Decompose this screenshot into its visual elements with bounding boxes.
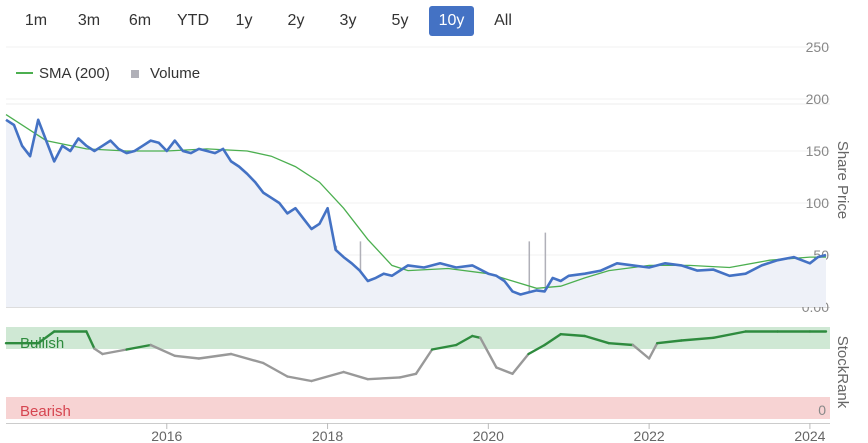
x-tick-label: 2018 (312, 428, 343, 443)
stockrank-segment (173, 354, 201, 360)
x-tick-label: 2020 (473, 428, 504, 443)
stockrank-segment (511, 352, 530, 375)
stockrank-segment (398, 372, 418, 379)
legend-volume-swatch (131, 70, 139, 78)
stockrank-segment (495, 366, 514, 375)
stockrank-segment (262, 361, 289, 378)
legend-sma-label: SMA (200) (39, 65, 110, 82)
chart-canvas: 0.005010015020025008m16m24mShare PriceSM… (4, 39, 851, 443)
price-tick-label: 250 (806, 39, 830, 55)
price-tick-label: 200 (806, 91, 830, 107)
price-tick-label: 100 (806, 195, 830, 211)
stockrank-segment (366, 376, 402, 381)
x-tick-label: 2016 (151, 428, 182, 443)
stockrank-axis-title: StockRank (834, 336, 851, 409)
stockrank-segment (197, 352, 233, 360)
stockrank-segment (310, 370, 345, 383)
stockrank-tick-label: 0 (818, 402, 826, 418)
price-tick-label: 150 (806, 143, 830, 159)
price-axis-title: Share Price (834, 141, 851, 219)
stockrank-segment (93, 347, 104, 356)
stockrank-segment (414, 348, 434, 375)
bearish-label: Bearish (20, 403, 71, 420)
x-tick-label: 2022 (634, 428, 665, 443)
legend-volume-label: Volume (150, 65, 200, 82)
stockrank-segment (229, 352, 265, 365)
stockrank-segment (286, 375, 313, 383)
x-tick-label: 2024 (794, 428, 825, 443)
price-area (6, 119, 826, 307)
stockrank-segment (101, 348, 128, 356)
stockrank-segment (342, 370, 369, 381)
bearish-band (6, 397, 830, 419)
